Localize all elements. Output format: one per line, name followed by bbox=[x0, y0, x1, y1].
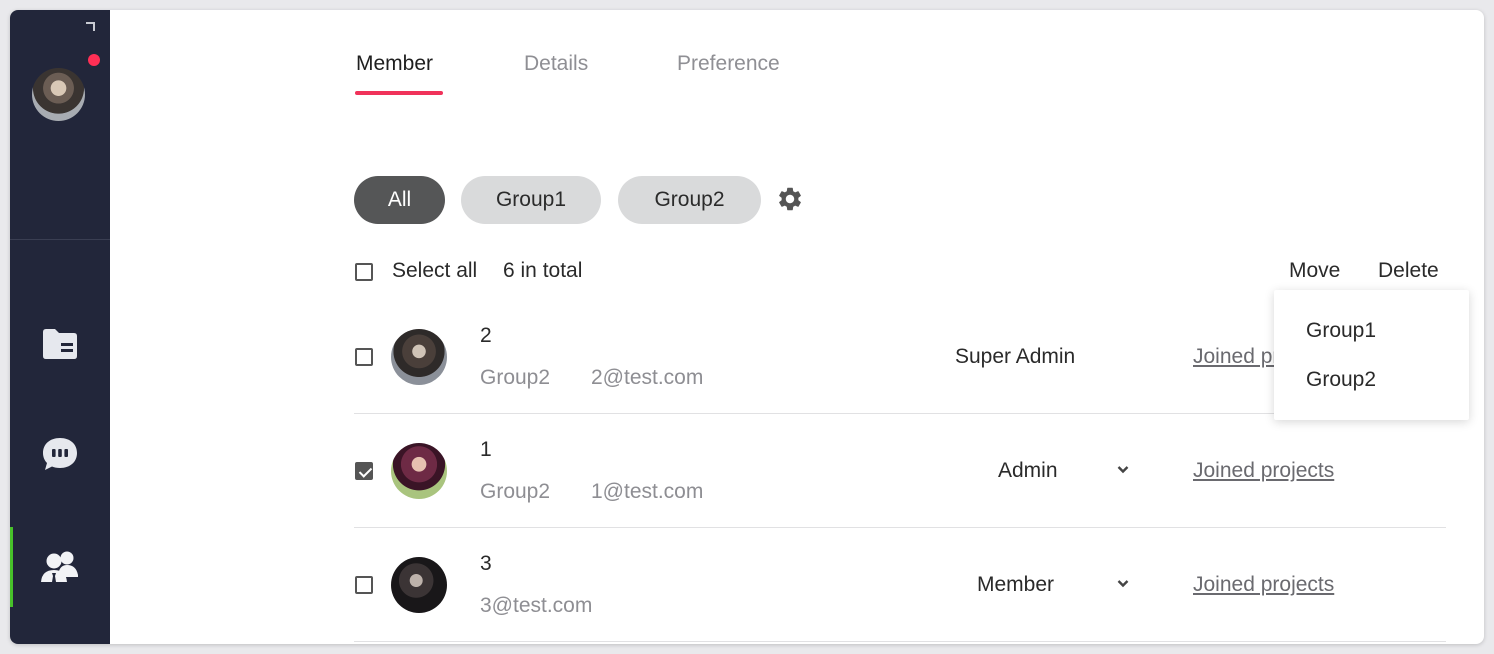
main-panel: Member Details Preference All Group1 Gro… bbox=[110, 10, 1484, 644]
chat-icon bbox=[43, 438, 77, 470]
member-email: 1@test.com bbox=[591, 480, 704, 503]
member-role: Super Admin bbox=[955, 345, 1076, 368]
row-checkbox[interactable] bbox=[355, 576, 373, 594]
delete-button[interactable]: Delete bbox=[1378, 259, 1439, 283]
joined-projects-link[interactable]: Joined projects bbox=[1193, 573, 1334, 597]
member-name: 3 bbox=[480, 552, 492, 575]
sidebar-item-files[interactable] bbox=[10, 304, 110, 384]
active-tab-indicator bbox=[355, 91, 443, 95]
select-all-label: Select all bbox=[392, 259, 478, 282]
user-avatar-button[interactable] bbox=[32, 68, 85, 121]
member-group: Group2 bbox=[480, 480, 551, 503]
filter-chip-group1[interactable]: Group1 bbox=[461, 176, 601, 224]
chevron-down-icon[interactable] bbox=[1117, 579, 1129, 588]
row-checkbox[interactable] bbox=[355, 348, 373, 366]
menu-item-group2[interactable]: Group2 bbox=[1306, 368, 1376, 392]
folder-icon bbox=[43, 329, 77, 359]
move-dropdown-menu: Group1 Group2 bbox=[1274, 290, 1469, 420]
joined-projects-link[interactable]: Joined projects bbox=[1193, 459, 1334, 483]
sidebar bbox=[10, 10, 110, 644]
sidebar-divider bbox=[10, 239, 110, 240]
move-button[interactable]: Move bbox=[1289, 259, 1340, 283]
gear-icon[interactable] bbox=[776, 185, 804, 213]
tab-details[interactable]: Details bbox=[524, 52, 588, 76]
avatar bbox=[391, 557, 447, 613]
sidebar-item-messages[interactable] bbox=[10, 414, 110, 494]
avatar bbox=[391, 329, 447, 385]
app-window: Member Details Preference All Group1 Gro… bbox=[10, 10, 1484, 644]
avatar bbox=[391, 443, 447, 499]
collapse-corner-icon[interactable] bbox=[86, 22, 95, 31]
tab-preference[interactable]: Preference bbox=[677, 52, 780, 76]
member-name: 1 bbox=[480, 438, 492, 461]
select-all-checkbox[interactable] bbox=[355, 263, 373, 281]
row-divider bbox=[354, 641, 1446, 642]
notification-dot bbox=[88, 54, 100, 66]
member-email: 3@test.com bbox=[480, 594, 593, 617]
row-divider bbox=[354, 527, 1446, 528]
chevron-down-icon[interactable] bbox=[1117, 465, 1129, 474]
users-icon bbox=[41, 551, 78, 582]
tab-member[interactable]: Member bbox=[356, 52, 433, 76]
member-email: 2@test.com bbox=[591, 366, 704, 389]
sidebar-item-members[interactable] bbox=[10, 527, 110, 607]
filter-chip-all[interactable]: All bbox=[354, 176, 445, 224]
avatar bbox=[32, 68, 85, 121]
total-count: 6 in total bbox=[503, 259, 583, 282]
member-name: 2 bbox=[480, 324, 492, 347]
role-select[interactable]: Admin bbox=[998, 459, 1058, 483]
row-checkbox[interactable] bbox=[355, 462, 373, 480]
member-group: Group2 bbox=[480, 366, 551, 389]
role-select[interactable]: Member bbox=[977, 573, 1054, 597]
menu-item-group1[interactable]: Group1 bbox=[1306, 319, 1376, 343]
filter-chip-group2[interactable]: Group2 bbox=[618, 176, 761, 224]
